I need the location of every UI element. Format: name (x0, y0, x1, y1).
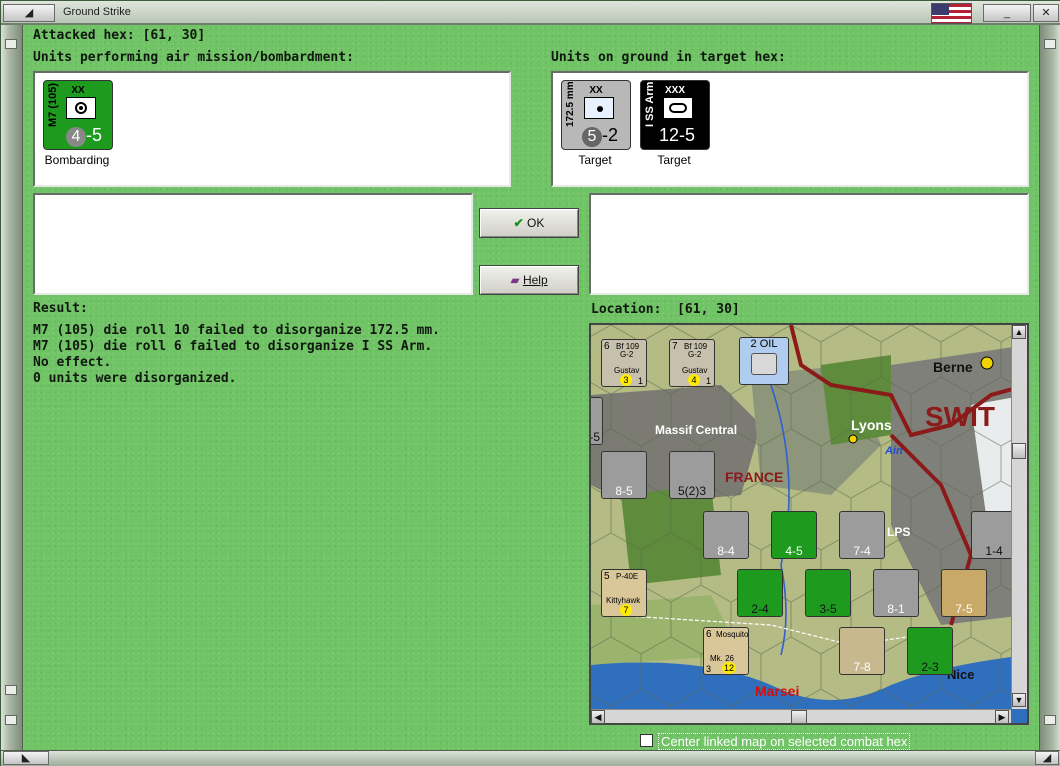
left-message-box (33, 193, 473, 295)
air-units-header: Units performing air mission/bombardment… (33, 50, 354, 65)
ground-units-list: XX 172.5 mm 5 -2 Target XXX I SS Arm 12-5… (551, 71, 1029, 187)
unit-counter-172mm[interactable]: XX 172.5 mm 5 -2 (561, 80, 631, 150)
unit-name: I SS Arm (644, 81, 656, 127)
center-map-checkbox-row[interactable]: Center linked map on selected combat hex (638, 732, 944, 750)
location-label: Location: [61, 30] (591, 302, 740, 317)
map-counter-gray-1[interactable]: 8-5 (601, 451, 647, 499)
result-label: Result: (33, 301, 88, 316)
map-label-marseille: Marsei (755, 683, 800, 699)
map-label-france: FRANCE (725, 469, 784, 485)
unit-counter-m7[interactable]: XX M7 (105) 4 -5 (43, 80, 113, 150)
attacked-hex-value: [61, 30] (142, 28, 206, 43)
artillery-symbol-icon (66, 97, 96, 119)
window-frame-right (1039, 25, 1060, 766)
resize-left-button[interactable]: ◣ (3, 751, 49, 765)
unit-strength: 5 -2 (582, 125, 618, 147)
armor-symbol-icon (663, 97, 693, 119)
vertical-scroll-thumb[interactable] (1012, 443, 1026, 459)
map-counter-gray-edge[interactable]: -5 (591, 397, 603, 445)
system-menu-button[interactable]: ◢ (3, 4, 55, 22)
minimize-button[interactable]: _ (983, 4, 1031, 22)
us-flag-icon (931, 3, 972, 24)
scroll-up-icon[interactable]: ▲ (1012, 325, 1026, 339)
map-label-lps: LPS (887, 525, 911, 539)
unit-name: M7 (105) (47, 82, 59, 127)
ok-button[interactable]: ✔ OK (479, 208, 579, 238)
oil-resource-counter[interactable]: 2 OIL (739, 337, 789, 385)
result-line: 0 units were disorganized. (33, 371, 237, 386)
close-button[interactable]: ✕ (1033, 4, 1059, 22)
map-counter-gray-3[interactable]: 8-4 (703, 511, 749, 559)
unit-strength: 12-5 (659, 125, 696, 145)
help-button[interactable]: ▰ Help (479, 265, 579, 295)
unit-strength: 4 -5 (66, 125, 102, 147)
window-frame-left (1, 25, 23, 766)
resize-grip-button[interactable]: ◢ (1035, 751, 1059, 765)
ground-strike-window: ◢ Ground Strike _ ✕ ◣ ◢ Attacked hex: [6… (0, 0, 1060, 766)
center-map-checkbox-label[interactable]: Center linked map on selected combat hex (658, 733, 911, 750)
center-map-checkbox[interactable] (640, 734, 653, 747)
help-book-icon: ▰ (510, 273, 520, 287)
title-bar: ◢ Ground Strike _ ✕ (1, 1, 1060, 25)
ground-units-header: Units on ground in target hex: (551, 50, 786, 65)
map-counter-gray-2[interactable]: 5(2)3 (669, 451, 715, 499)
unit-status: Target (657, 153, 691, 167)
air-units-list: XX M7 (105) 4 -5 Bombarding (33, 71, 511, 187)
map-counter-green-3[interactable]: 3-5 (805, 569, 851, 617)
map-counter-green-1[interactable]: 4-5 (771, 511, 817, 559)
map-counter-bf109-b[interactable]: 7 Bf 109 G-2 Gustav 4 1 (669, 339, 715, 387)
map-label-ain: Ain (885, 445, 903, 457)
window-frame-bottom: ◣ ◢ (1, 750, 1060, 766)
unit-name: 172.5 mm (565, 81, 576, 127)
map-counter-mosquito[interactable]: 6 Mosquito Mk. 26 3 12 (703, 627, 749, 675)
map-counter-green-4[interactable]: 2-3 (907, 627, 953, 675)
checkmark-icon: ✔ (513, 216, 524, 230)
unit-status: Target (578, 153, 612, 167)
horizontal-scroll-thumb[interactable] (791, 710, 807, 724)
map-label-lyons: Lyons (851, 417, 892, 433)
result-line: M7 (105) die roll 6 failed to disorganiz… (33, 339, 433, 354)
map-label-massif: Massif Central (655, 423, 738, 437)
window-title: Ground Strike (63, 6, 131, 18)
right-message-box (589, 193, 1029, 295)
result-line: No effect. (33, 355, 112, 370)
map-counter-tan-1[interactable]: 7-5 (941, 569, 987, 617)
artillery-symbol-icon (584, 97, 614, 119)
location-map[interactable]: Massif Central FRANCE Lyons Berne SWIT A… (589, 323, 1029, 725)
attacked-hex-label: Attacked hex: [61, 30] (33, 28, 206, 43)
map-counter-gray-4[interactable]: 7-4 (839, 511, 885, 559)
map-counter-p40e[interactable]: 5 P-40E Kittyhawk 7 (601, 569, 647, 617)
scroll-left-icon[interactable]: ◀ (591, 710, 605, 724)
map-counter-bf109-a[interactable]: 6 Bf 109 G-2 Gustav 3 1 (601, 339, 647, 387)
map-vertical-scrollbar[interactable]: ▲ ▼ (1011, 325, 1027, 709)
scroll-right-icon[interactable]: ▶ (995, 710, 1009, 724)
map-label-berne: Berne (933, 359, 973, 375)
scroll-down-icon[interactable]: ▼ (1012, 693, 1026, 707)
map-counter-green-2[interactable]: 2-4 (737, 569, 783, 617)
unit-counter-ss-arm[interactable]: XXX I SS Arm 12-5 (640, 80, 710, 150)
map-counter-gray-6[interactable]: 8-1 (873, 569, 919, 617)
location-value: [61, 30] (677, 302, 740, 317)
map-counter-tan-2[interactable]: 7-8 (839, 627, 885, 675)
map-horizontal-scrollbar[interactable]: ◀ ▶ (591, 709, 1011, 724)
unit-status: Bombarding (44, 153, 110, 167)
oil-barrel-icon (751, 353, 777, 375)
result-line: M7 (105) die roll 10 failed to disorgani… (33, 323, 440, 338)
map-label-switz: SWIT (925, 401, 995, 432)
